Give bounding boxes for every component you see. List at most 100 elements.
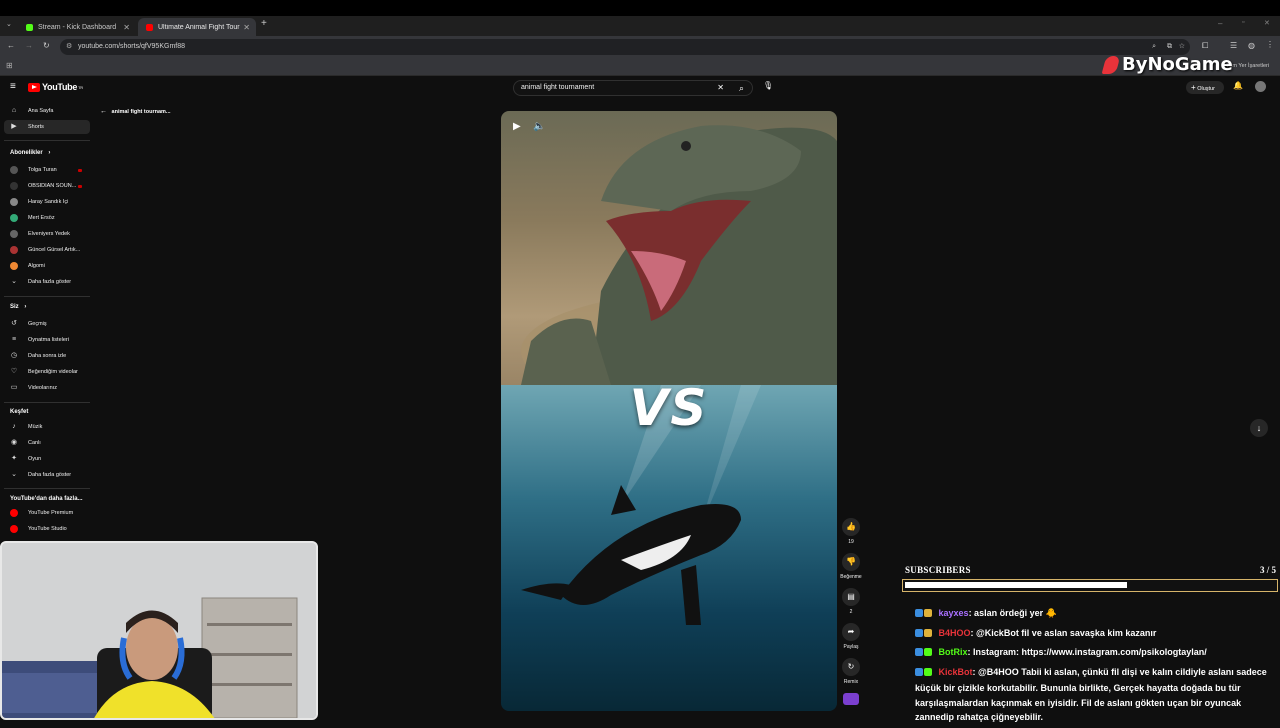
youtube-logo[interactable]: YouTube TR: [28, 82, 83, 92]
channel-name: OBSIDIAN SOUN...: [28, 183, 77, 189]
streamer-webcam: [0, 541, 318, 720]
tab-kick-dashboard[interactable]: Stream - Kick Dashboard ✕: [18, 18, 136, 36]
address-bar[interactable]: ⚙ youtube.com/shorts/qfV95KGmf88 ⌕ ⧉ ☆: [60, 39, 1190, 55]
live-indicator-icon: [78, 184, 82, 188]
hamburger-menu-icon[interactable]: ≡: [10, 81, 16, 92]
new-tab-icon[interactable]: +: [261, 18, 267, 29]
search-icon[interactable]: ⌕: [739, 81, 744, 95]
notifications-bell-icon[interactable]: 🔔: [1233, 81, 1243, 90]
sidebar-item-live[interactable]: ◉ Canlı: [0, 436, 92, 450]
show-more-explore[interactable]: ⌄ Daha fazla göster: [0, 468, 92, 482]
sidebar-item-playlists[interactable]: ≡ Oynatma listeleri: [0, 333, 92, 347]
remix-button[interactable]: ↻ Remix: [841, 658, 861, 685]
tab-list-icon[interactable]: ⌄: [6, 20, 12, 28]
sidebar-item-subscription[interactable]: OBSIDIAN SOUN...: [0, 179, 92, 193]
sidebar-item-subscription[interactable]: Güncel Gürsel Artık...: [0, 243, 92, 257]
sidebar-item-subscription[interactable]: Haray Sandık İçi: [0, 195, 92, 209]
youtube-studio-icon: [10, 525, 18, 533]
clear-search-icon[interactable]: ✕: [717, 81, 724, 95]
chat-username[interactable]: kayxes: [939, 608, 969, 618]
live-icon: ◉: [10, 439, 18, 446]
sidebar-item-youtube-premium[interactable]: YouTube Premium: [0, 506, 92, 520]
channel-name: Haray Sandık İçi: [28, 199, 69, 205]
chat-username[interactable]: B4HOO: [939, 628, 971, 638]
forward-icon[interactable]: →: [25, 41, 33, 50]
youtube-play-icon: [28, 82, 40, 92]
komodo-dragon-illustration: [521, 125, 837, 411]
close-tab-icon[interactable]: ✕: [243, 23, 250, 32]
home-icon: ⌂: [11, 107, 17, 114]
site-info-icon[interactable]: ⚙: [66, 39, 72, 55]
share-label: Paylaş: [843, 644, 859, 650]
sidebar-item-home[interactable]: ⌂ Ana Sayfa: [0, 104, 92, 118]
reload-icon[interactable]: ↻: [43, 41, 50, 50]
like-button[interactable]: 👍 19: [841, 518, 861, 545]
chat-text: : @KickBot fil ve aslan savaşka kim kaza…: [970, 627, 1157, 638]
bookmark-star-icon[interactable]: ☆: [1179, 39, 1185, 55]
user-badges-icon: [915, 647, 933, 662]
volume-icon[interactable]: 🔈: [533, 121, 545, 132]
apps-icon[interactable]: ⊞: [6, 61, 13, 70]
sidebar-item-music[interactable]: ♪ Müzik: [0, 420, 92, 434]
sidebar-item-label: YouTube Studio: [28, 526, 67, 532]
comments-button[interactable]: ▤ 2: [841, 588, 861, 615]
sidebar-item-youtube-studio[interactable]: YouTube Studio: [0, 522, 92, 536]
remix-icon: ↻: [842, 658, 860, 676]
profile-icon[interactable]: ☰: [1230, 41, 1237, 50]
search-query: animal fight tournament: [521, 84, 595, 91]
sidebar-item-label: Videolarınız: [28, 385, 57, 391]
back-to-results-link[interactable]: ← animal fight tournam...: [100, 108, 171, 115]
sidebar-item-liked-videos[interactable]: ♡ Beğendiğim videolar: [0, 365, 92, 379]
sidebar-item-watch-later[interactable]: ◷ Daha sonra izle: [0, 349, 92, 363]
you-heading[interactable]: Siz ›: [10, 304, 26, 310]
sidebar-item-subscription[interactable]: Tolga Turan: [0, 163, 92, 177]
sidebar-item-gaming[interactable]: ✦ Oyun: [0, 452, 92, 466]
explore-title: Keşfet: [10, 409, 29, 415]
webcam-scene: [2, 543, 316, 718]
sound-thumbnail[interactable]: [843, 693, 859, 705]
tab-youtube-shorts[interactable]: Ultimate Animal Fight Tournam ✕: [138, 18, 256, 36]
share-icon: ➦: [842, 623, 860, 641]
create-button[interactable]: + Oluştur: [1186, 81, 1224, 94]
maximize-icon[interactable]: ▫: [1242, 19, 1244, 26]
sidebar: ⌂ Ana Sayfa ▶ Shorts Abonelikler › Tolga…: [0, 100, 92, 540]
cast-icon[interactable]: ⧉: [1167, 39, 1172, 55]
subscriptions-heading[interactable]: Abonelikler ›: [10, 150, 50, 156]
show-more-subscriptions[interactable]: ⌄ Daha fazla göster: [0, 275, 92, 289]
vs-overlay-text: VS: [629, 379, 709, 437]
share-button[interactable]: ➦ Paylaş: [841, 623, 861, 650]
dislike-button[interactable]: 👎 Beğenme: [836, 553, 866, 580]
zoom-icon[interactable]: ⌕: [1152, 39, 1156, 55]
thumbs-down-icon: 👎: [842, 553, 860, 571]
sidebar-item-your-videos[interactable]: ▭ Videolarınız: [0, 381, 92, 395]
chat-username[interactable]: BotRix: [939, 647, 968, 657]
menu-icon[interactable]: ⋮: [1266, 40, 1274, 49]
search-input[interactable]: animal fight tournament ✕ ⌕: [513, 80, 753, 96]
shorts-icon: ▶: [11, 123, 17, 130]
sidebar-item-history[interactable]: ↺ Geçmiş: [0, 317, 92, 331]
sidebar-item-label: Daha sonra izle: [28, 353, 67, 359]
sidebar-item-label: Beğendiğim videolar: [28, 369, 78, 375]
sidebar-item-subscription[interactable]: Elveniyers Yedek: [0, 227, 92, 241]
sidebar-item-subscription[interactable]: Algomi: [0, 259, 92, 273]
sidebar-item-subscription[interactable]: Mert Ersöz: [0, 211, 92, 225]
chat-message: B4HOO: @KickBot fil ve aslan savaşka kim…: [915, 626, 1275, 643]
next-short-icon[interactable]: ↓: [1250, 419, 1268, 437]
chat-username[interactable]: KickBot: [939, 667, 973, 677]
channel-name: Algomi: [28, 263, 45, 269]
back-icon[interactable]: ←: [7, 41, 15, 50]
extensions-icon[interactable]: ⧠: [1202, 41, 1208, 51]
shorts-video-player[interactable]: VS ▶ 🔈: [501, 111, 837, 711]
avatar[interactable]: [1255, 81, 1266, 92]
bynogame-logo-icon: [1101, 55, 1121, 74]
chat-text: : Instagram: https://www.instagram.com/p…: [967, 647, 1207, 657]
sidebar-item-shorts[interactable]: ▶ Shorts: [4, 120, 90, 134]
arrow-left-icon: ←: [100, 108, 107, 115]
chevron-down-icon: ⌄: [11, 471, 17, 478]
voice-search-icon[interactable]: 🎙: [763, 81, 773, 90]
play-icon[interactable]: ▶: [513, 121, 521, 132]
close-window-icon[interactable]: ✕: [1264, 19, 1270, 27]
minimize-icon[interactable]: –: [1218, 19, 1222, 28]
close-tab-icon[interactable]: ✕: [123, 23, 130, 32]
account-icon[interactable]: ◍: [1248, 41, 1255, 50]
